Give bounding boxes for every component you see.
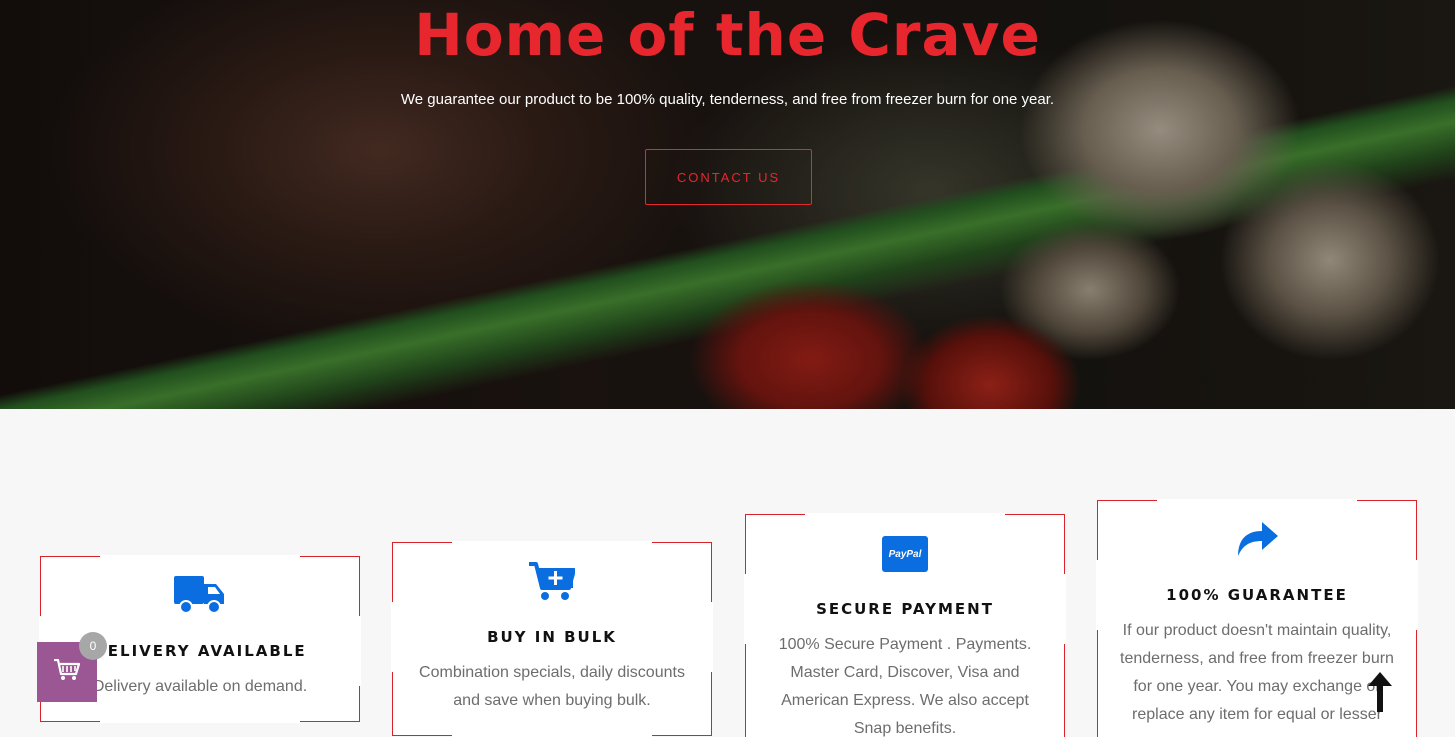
cart-count-badge: 0 [79, 632, 107, 660]
scroll-to-top-button[interactable] [1366, 672, 1394, 714]
hero-title: Home of the Crave [414, 1, 1041, 69]
hero-subtitle: We guarantee our product to be 100% qual… [400, 91, 1055, 108]
arrow-up-icon [1368, 672, 1392, 712]
feature-title: 100% GUARANTEE [1166, 586, 1348, 604]
feature-text: Delivery available on demand. [92, 678, 308, 695]
feature-card-bulk: BUY IN BULK Combination specials, daily … [391, 541, 713, 737]
feature-text: 100% Secure Payment . Payments. Master C… [778, 636, 1032, 737]
delivery-truck-icon [40, 576, 360, 616]
shopping-cart-icon [54, 658, 81, 686]
hero-content: Home of the Crave We guarantee our produ… [0, 0, 1455, 409]
feature-title: SECURE PAYMENT [816, 600, 994, 618]
contact-us-button[interactable]: CONTACT US [645, 149, 812, 205]
feature-text: Combination specials, daily discounts an… [419, 664, 685, 709]
paypal-icon: PayPal [745, 536, 1065, 572]
hero-banner: Home of the Crave We guarantee our produ… [0, 0, 1455, 409]
cart-plus-icon [392, 562, 712, 602]
share-arrow-icon [1097, 522, 1417, 558]
feature-card-payment: PayPal SECURE PAYMENT 100% Secure Paymen… [744, 513, 1066, 737]
feature-title: BUY IN BULK [487, 628, 617, 646]
feature-text: If our product doesn't maintain quality,… [1120, 622, 1394, 723]
